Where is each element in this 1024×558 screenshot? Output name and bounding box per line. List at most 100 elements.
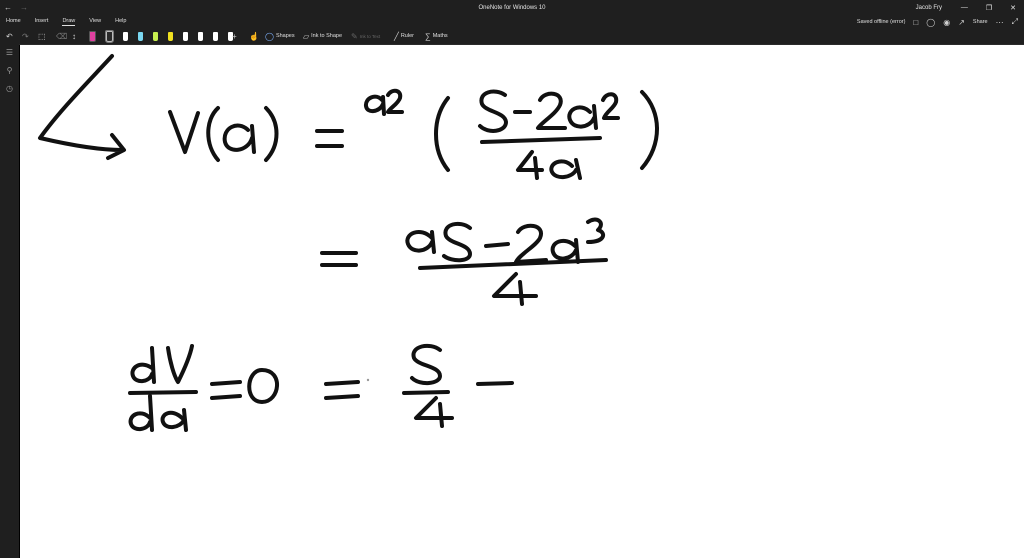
ink-num2-a <box>405 229 436 254</box>
shapes-button[interactable]: ◯ Shapes <box>265 31 295 41</box>
ink-to-text-icon: ✎ <box>351 31 358 41</box>
share-icon[interactable]: ↗ <box>958 18 965 27</box>
ink-equals-4 <box>324 380 360 400</box>
ink-equals-2 <box>320 251 358 267</box>
ink-paren-open <box>206 106 220 162</box>
ink-num-exp <box>601 92 620 120</box>
ink-arrow <box>38 54 126 160</box>
window-title: OneNote for Windows 10 <box>478 5 546 11</box>
ink-num2-cube <box>586 217 606 244</box>
ink-superscript-a <box>364 94 386 116</box>
ink-equals-3 <box>210 380 242 400</box>
ink-fraction-bar-2 <box>418 258 608 270</box>
note-canvas[interactable] <box>20 45 1024 558</box>
ink-num2-s <box>442 221 472 263</box>
highlighter-yellow-icon[interactable] <box>168 31 173 41</box>
tab-help[interactable]: Help <box>115 18 126 26</box>
pen-white-icon[interactable] <box>123 31 128 41</box>
notebooks-icon[interactable]: ☰ <box>5 48 14 57</box>
ink-to-shape-button[interactable]: ▱ Ink to Shape <box>303 31 342 41</box>
sync-status[interactable]: Saved offline (error) <box>857 19 906 25</box>
ink-num2-a2 <box>550 238 580 264</box>
bell-icon[interactable]: ◉ <box>943 18 950 27</box>
tab-insert[interactable]: Insert <box>35 18 49 26</box>
window-controls: — ❐ ✕ <box>961 4 1016 12</box>
person-icon[interactable]: ◯ <box>926 18 935 27</box>
ink-num-a <box>567 104 598 130</box>
pen-white-2-icon[interactable] <box>183 31 188 41</box>
restore-icon[interactable]: ❐ <box>986 4 992 12</box>
ink-layer <box>38 54 659 432</box>
ink-a3 <box>160 408 188 432</box>
ink-den-4 <box>516 150 544 180</box>
ink-fraction-bar-3 <box>128 390 198 395</box>
ink-num-2 <box>536 91 567 130</box>
cursor-dot <box>366 378 370 382</box>
add-pen-icon[interactable]: + <box>232 31 237 41</box>
ink-v2 <box>166 344 194 384</box>
maths-button[interactable]: ∑ Maths <box>425 31 448 41</box>
ink-den3-4 <box>414 396 454 428</box>
ruler-label: Ruler <box>400 33 414 39</box>
tab-home[interactable]: Home <box>6 18 21 26</box>
shapes-icon: ◯ <box>265 31 274 41</box>
ink-paren-close <box>264 106 279 162</box>
ink-d2 <box>128 394 154 432</box>
ink-big-paren-close <box>640 90 659 170</box>
tab-view[interactable]: View <box>89 18 101 26</box>
recent-icon[interactable]: ◷ <box>5 84 14 93</box>
ink-den-a <box>549 158 582 180</box>
ink-to-text-button[interactable]: ✎ Ink to Text <box>351 31 380 41</box>
pen-cyan-icon[interactable] <box>138 31 143 41</box>
ink-letter-v <box>168 110 200 154</box>
ink-letter-a <box>222 123 256 154</box>
notebook-icon[interactable]: □ <box>913 18 918 27</box>
pen-white-4-icon[interactable] <box>213 31 218 41</box>
touch-draw-icon[interactable]: ☝ <box>249 31 259 41</box>
share-button[interactable]: Share <box>973 19 988 25</box>
ink-to-text-label: Ink to Text <box>359 33 381 39</box>
pen-pink-icon[interactable] <box>89 30 96 42</box>
shapes-label: Shapes <box>275 33 295 39</box>
minimize-icon[interactable]: — <box>961 4 968 12</box>
expand-icon[interactable]: ⤢ <box>1012 17 1018 27</box>
ruler-button[interactable]: ╱ Ruler <box>394 31 414 41</box>
title-bar: ← → OneNote for Windows 10 Jacob Fry — ❐… <box>0 0 1024 16</box>
pen-tray <box>89 29 233 43</box>
search-icon[interactable]: ⚲ <box>5 66 14 75</box>
more-icon[interactable]: ⋯ <box>996 18 1004 27</box>
ruler-icon: ╱ <box>394 31 399 41</box>
pen-black-icon[interactable] <box>105 29 114 43</box>
pen-green-icon[interactable] <box>153 31 158 41</box>
ink-minus-3 <box>476 381 514 386</box>
pen-white-3-icon[interactable] <box>198 31 203 41</box>
ink-to-shape-icon: ▱ <box>303 31 310 41</box>
ink-num2-2 <box>514 223 548 264</box>
ink-to-shape-label: Ink to Shape <box>311 33 343 39</box>
ink-big-paren-open <box>434 96 450 172</box>
redo-icon[interactable]: ↷ <box>22 31 29 41</box>
add-space-icon[interactable]: ↕ <box>72 31 76 41</box>
ink-d1 <box>130 346 156 384</box>
ink-zero <box>247 368 279 404</box>
close-icon[interactable]: ✕ <box>1010 4 1016 12</box>
maths-icon: ∑ <box>425 31 431 41</box>
maths-label: Maths <box>432 33 448 39</box>
left-sidebar: ☰ ⚲ ◷ <box>0 44 19 558</box>
ink-num2-minus <box>484 242 510 248</box>
user-name[interactable]: Jacob Fry <box>916 5 942 11</box>
ink-superscript-2 <box>386 88 404 114</box>
ink-num-s <box>478 89 508 133</box>
tab-list: Home Insert Draw View Help <box>6 18 126 26</box>
menu-right: Saved offline (error) □ ◯ ◉ ↗ Share ⋯ ⤢ <box>857 17 1018 27</box>
eraser-icon[interactable]: ⌫ <box>56 31 67 41</box>
draw-toolbar: ↶ ↷ ⬚ ⌫ ↕ + ☝ ◯ Shapes ▱ Ink to Shape ✎ … <box>0 28 1024 45</box>
tab-draw[interactable]: Draw <box>62 18 76 26</box>
ink-fraction-bar-1 <box>480 136 602 144</box>
ink-s3 <box>410 343 442 385</box>
lasso-select-icon[interactable]: ⬚ <box>38 31 46 41</box>
undo-icon[interactable]: ↶ <box>6 31 13 41</box>
ink-den2-4 <box>492 272 538 306</box>
ribbon-tabs: Home Insert Draw View Help Saved offline… <box>0 16 1024 28</box>
ink-fraction-bar-4 <box>402 390 450 395</box>
